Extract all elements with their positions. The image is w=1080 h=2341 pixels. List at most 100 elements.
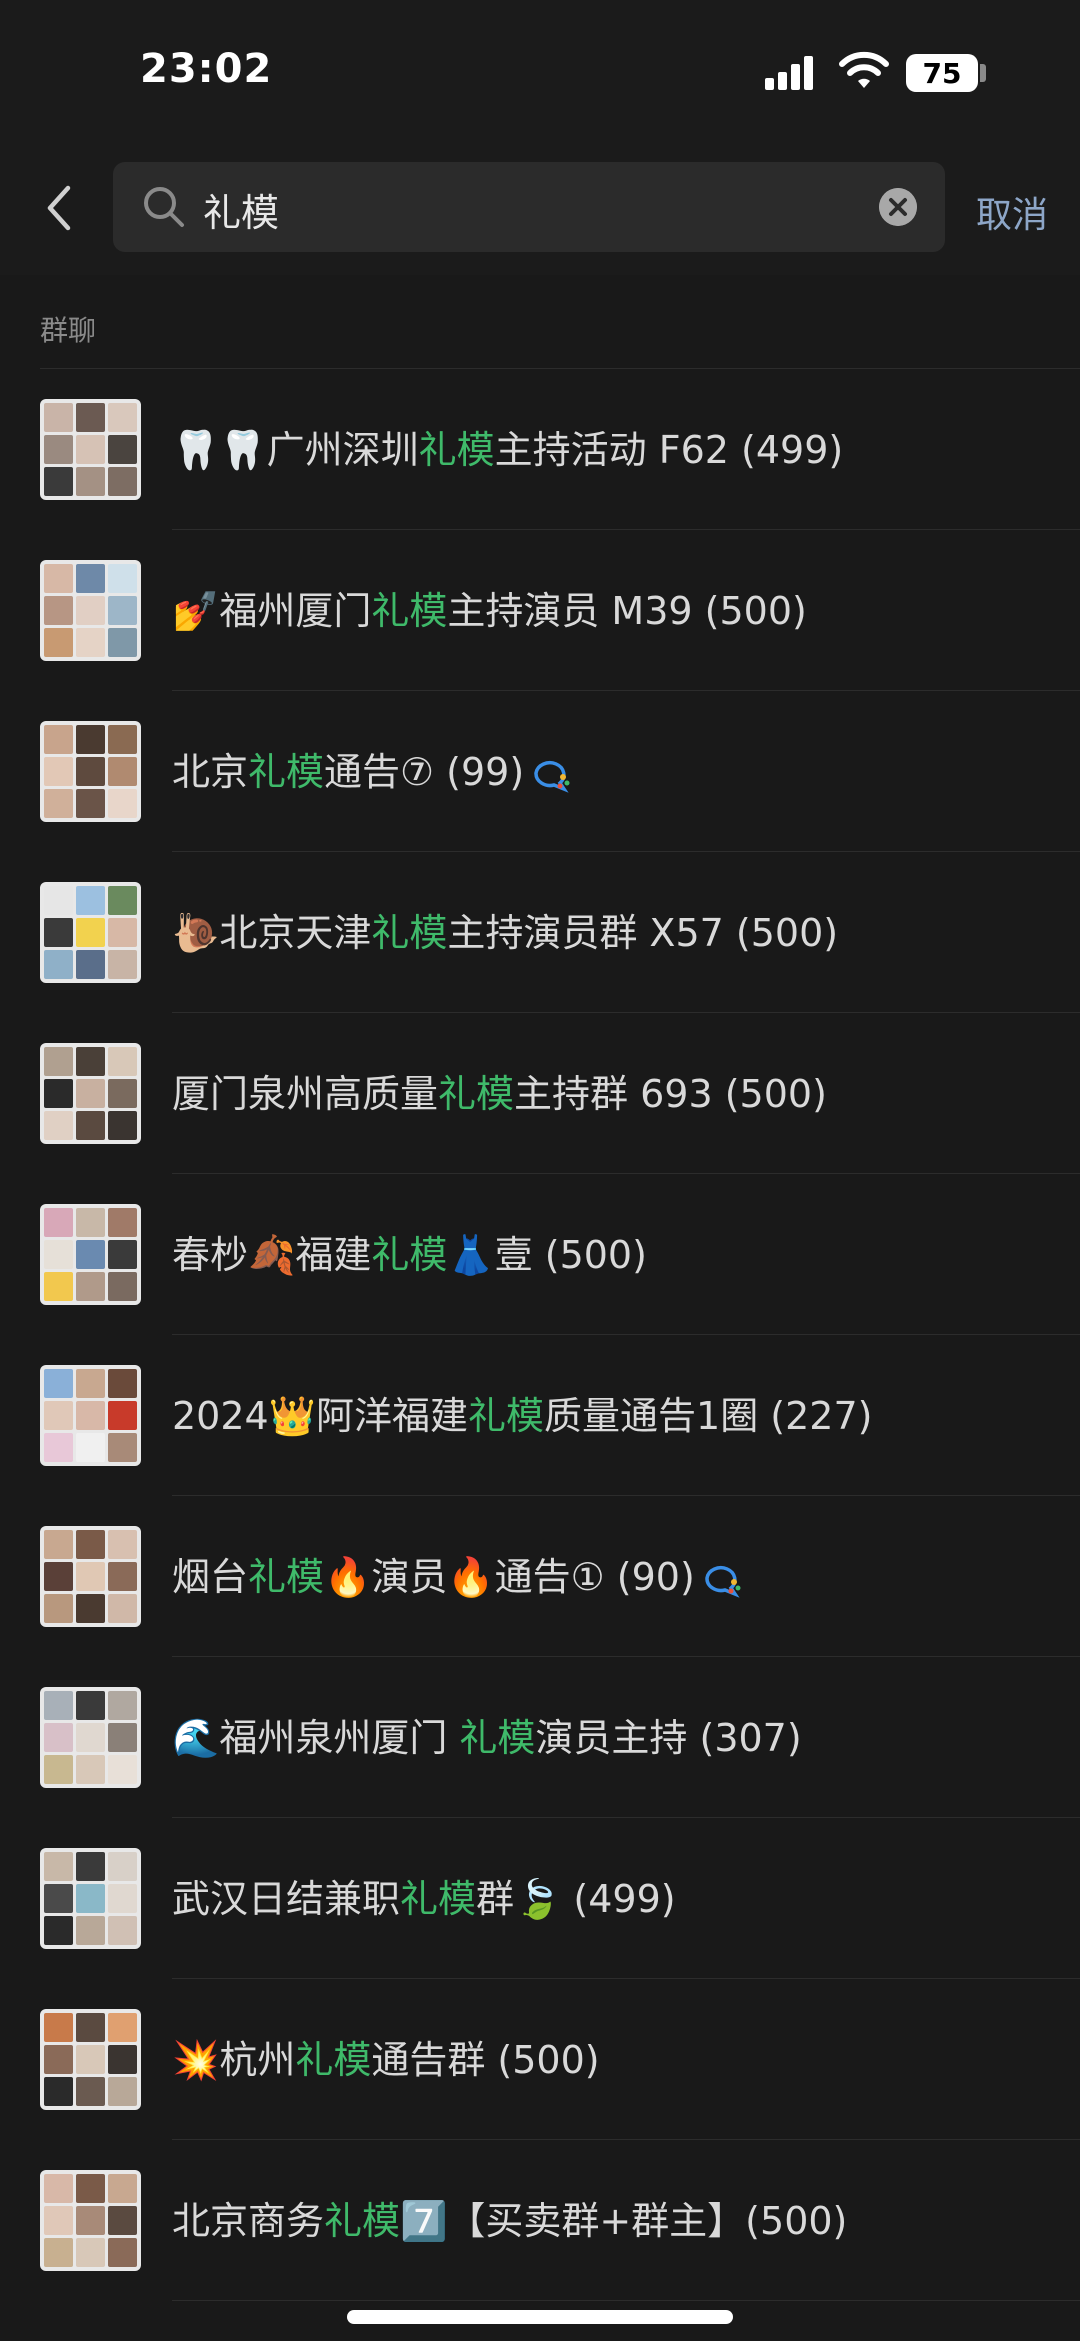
group-chat-row[interactable]: 💅福州厦门礼模主持演员 M39 (500) [0, 530, 1080, 691]
group-chat-row[interactable]: 🌊福州泉州厦门 礼模演员主持 (307) [0, 1657, 1080, 1818]
avatar-tile [108, 1111, 137, 1140]
group-title: 春杪🍂福建礼模👗壹 (500) [172, 1224, 647, 1279]
search-match-highlight: 礼模 [459, 1716, 536, 1760]
avatar-tile [108, 1079, 137, 1108]
avatar-tile [76, 1916, 105, 1945]
group-title-suffix: 群🍃 (499) [476, 1877, 676, 1921]
group-avatar [40, 1204, 141, 1305]
avatar-tile [108, 1852, 137, 1881]
avatar-tile [76, 1530, 105, 1559]
search-match-highlight: 礼模 [295, 2038, 372, 2082]
group-chat-row[interactable]: 💥杭州礼模通告群 (500) [0, 1979, 1080, 2140]
search-match-highlight: 礼模 [418, 428, 495, 472]
avatar-tile [76, 789, 105, 818]
avatar-tile [76, 1272, 105, 1301]
avatar-tile [76, 1240, 105, 1269]
search-match-highlight: 礼模 [371, 1233, 448, 1277]
avatar-tile [44, 1755, 73, 1784]
avatar-tile [44, 886, 73, 915]
avatar-tile [44, 1240, 73, 1269]
group-title-prefix: 春杪🍂福建 [172, 1233, 372, 1277]
avatar-tile [76, 950, 105, 979]
section-title-group-chats: 群聊 [40, 314, 97, 347]
group-title-suffix: 质量通告1圈 (227) [544, 1394, 873, 1438]
avatar-tile [44, 2013, 73, 2042]
avatar-tile [108, 789, 137, 818]
avatar-tile [76, 1755, 105, 1784]
group-chat-row[interactable]: 春杪🍂福建礼模👗壹 (500) [0, 1174, 1080, 1335]
group-title-prefix: 💅福州厦门 [172, 589, 372, 633]
group-title-prefix: 厦门泉州高质量 [172, 1072, 439, 1116]
group-title: 🌊福州泉州厦门 礼模演员主持 (307) [172, 1707, 802, 1762]
group-avatar [40, 399, 141, 500]
group-avatar [40, 1043, 141, 1144]
avatar-tile [44, 1272, 73, 1301]
avatar-tile [44, 2174, 73, 2203]
avatar-tile [108, 1208, 137, 1237]
avatar-tile [76, 596, 105, 625]
avatar-tile [44, 725, 73, 754]
battery-indicator: 75 [906, 54, 978, 92]
avatar-tile [108, 1240, 137, 1269]
avatar-tile [44, 1723, 73, 1752]
avatar-tile [44, 2238, 73, 2267]
group-title-suffix: 主持演员 M39 (500) [447, 589, 807, 633]
group-title: 💥杭州礼模通告群 (500) [172, 2029, 600, 2084]
avatar-tile [108, 1530, 137, 1559]
avatar-tile [108, 1755, 137, 1784]
avatar-tile [44, 435, 73, 464]
avatar-tile [108, 2238, 137, 2267]
group-avatar [40, 882, 141, 983]
group-title: 🐌北京天津礼模主持演员群 X57 (500) [172, 902, 838, 957]
group-title: 💅福州厦门礼模主持演员 M39 (500) [172, 580, 807, 635]
avatar-tile [76, 2077, 105, 2106]
group-chat-row[interactable]: 武汉日结兼职礼模群🍃 (499) [0, 1818, 1080, 1979]
avatar-tile [44, 403, 73, 432]
avatar-tile [108, 628, 137, 657]
group-chat-row[interactable]: 烟台礼模🔥演员🔥通告① (90) [0, 1496, 1080, 1657]
group-title: 烟台礼模🔥演员🔥通告① (90) [172, 1546, 743, 1601]
group-title-prefix: 🦷🦷广州深圳 [172, 428, 419, 472]
group-chat-row[interactable]: 🐌北京天津礼模主持演员群 X57 (500) [0, 852, 1080, 1013]
group-title-prefix: 🌊福州泉州厦门 [172, 1716, 460, 1760]
group-title: 北京商务礼模7️⃣【买卖群+群主】(500) [172, 2190, 847, 2245]
avatar-tile [44, 2045, 73, 2074]
search-match-highlight: 礼模 [400, 1877, 477, 1921]
avatar-tile [108, 757, 137, 786]
home-indicator[interactable] [347, 2310, 733, 2324]
group-avatar [40, 721, 141, 822]
group-chat-row[interactable]: 厦门泉州高质量礼模主持群 693 (500) [0, 1013, 1080, 1174]
search-field[interactable]: 礼模 [113, 162, 945, 252]
avatar-tile [76, 757, 105, 786]
avatar-tile [76, 1369, 105, 1398]
group-chat-row[interactable]: 🦷🦷广州深圳礼模主持活动 F62 (499) [0, 369, 1080, 530]
search-match-highlight: 礼模 [324, 2199, 401, 2243]
avatar-tile [108, 1691, 137, 1720]
avatar-tile [76, 628, 105, 657]
cancel-button[interactable]: 取消 [976, 186, 1048, 238]
group-chat-row[interactable]: 北京礼模通告⑦ (99) [0, 691, 1080, 852]
group-title: 北京礼模通告⑦ (99) [172, 741, 572, 796]
wifi-icon [839, 51, 889, 88]
group-title-prefix: 北京商务 [172, 2199, 325, 2243]
group-chat-row[interactable]: 2024👑阿洋福建礼模质量通告1圈 (227) [0, 1335, 1080, 1496]
avatar-tile [44, 2077, 73, 2106]
avatar-tile [76, 1852, 105, 1881]
search-input[interactable]: 礼模 [203, 182, 279, 237]
group-title-suffix: 通告⑦ (99) [324, 750, 525, 794]
avatar-tile [108, 725, 137, 754]
avatar-tile [44, 1594, 73, 1623]
avatar-tile [44, 1530, 73, 1559]
group-chat-row[interactable]: 北京商务礼模7️⃣【买卖群+群主】(500) [0, 2140, 1080, 2301]
avatar-tile [76, 1691, 105, 1720]
avatar-tile [44, 1079, 73, 1108]
avatar-tile [108, 1369, 137, 1398]
status-time: 23:02 [140, 46, 273, 92]
clear-search-icon[interactable] [879, 188, 917, 226]
group-title-prefix: 北京 [172, 750, 249, 794]
back-chevron-icon[interactable] [40, 180, 80, 236]
group-title-prefix: 🐌北京天津 [172, 911, 372, 955]
avatar-tile [44, 1916, 73, 1945]
avatar-tile [44, 918, 73, 947]
avatar-tile [108, 1272, 137, 1301]
